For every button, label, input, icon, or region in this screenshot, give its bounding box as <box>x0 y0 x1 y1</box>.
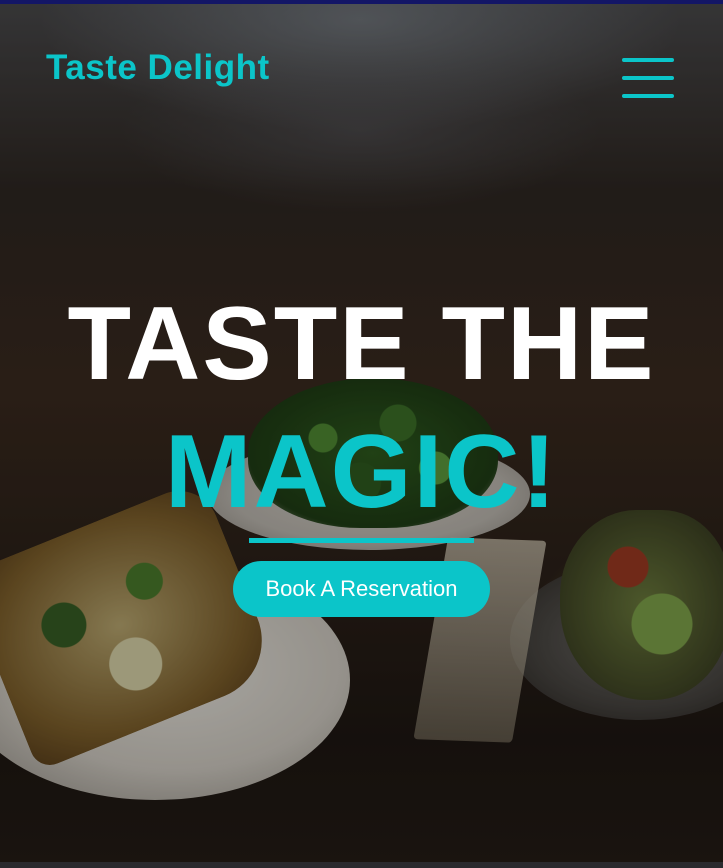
hero-headline: TASTE THE MAGIC! <box>0 292 723 524</box>
headline-line-1: TASTE THE <box>67 286 656 402</box>
bottom-edge-strip <box>0 862 723 868</box>
hero-section: Taste Delight TASTE THE MAGIC! Book A Re… <box>0 0 723 868</box>
site-logo[interactable]: Taste Delight <box>46 48 270 88</box>
headline-underline <box>249 538 474 543</box>
menu-bar-middle <box>622 76 674 80</box>
menu-bar-top <box>622 58 674 62</box>
book-reservation-button[interactable]: Book A Reservation <box>233 561 490 617</box>
headline-line-2: MAGIC! <box>164 414 559 530</box>
menu-bar-bottom <box>622 94 674 98</box>
hamburger-menu-icon[interactable] <box>622 58 674 98</box>
